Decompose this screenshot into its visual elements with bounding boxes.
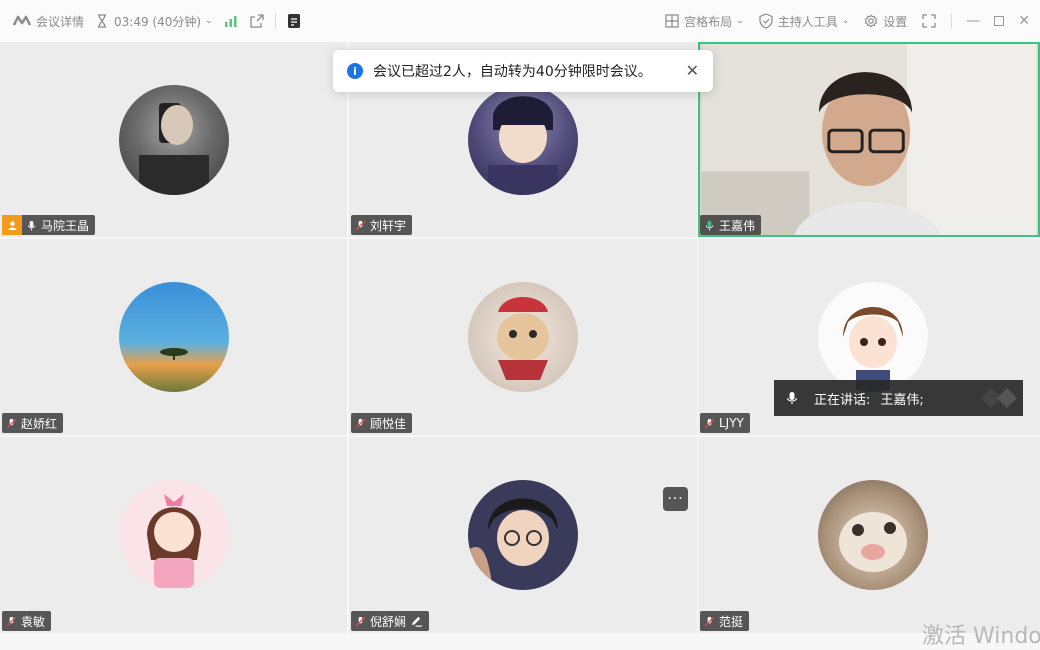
participant-name: 顾悦佳	[370, 416, 407, 431]
participant-grid: 马院王晶 刘轩宇 王嘉伟 赵娇红 顾悦佳 LJYY 袁敏 ··· 倪舒娴 范挺	[0, 42, 1040, 633]
host-tools-label: 主持人工具	[777, 14, 838, 29]
time-limit-notification: i 会议已超过2人，自动转为40分钟限时会议。 ✕	[333, 50, 713, 92]
more-dots-icon: ···	[667, 491, 684, 507]
avatar	[119, 480, 229, 590]
microphone-muted-icon	[704, 418, 715, 428]
participant-tile[interactable]: 顾悦佳	[349, 239, 697, 435]
avatar	[468, 282, 578, 392]
top-toolbar: 会议详情 03:49 (40分钟) ⌄ 宫格布局 ⌄ 主持人工具 ⌄ 设置 —	[0, 0, 1040, 42]
minimize-icon[interactable]: —	[966, 13, 980, 29]
toolbar-right: 宫格布局 ⌄ 主持人工具 ⌄ 设置 — ✕	[664, 0, 1030, 42]
name-tag: 顾悦佳	[351, 413, 413, 433]
avatar	[818, 480, 928, 590]
meeting-timer[interactable]: 03:49 (40分钟) ⌄	[94, 13, 213, 30]
speaking-indicator: 正在讲话: 王嘉伟;	[774, 380, 1023, 416]
chevron-down-icon: ⌄	[205, 16, 213, 26]
settings-button[interactable]: 设置	[863, 13, 907, 30]
participant-name: 王嘉伟	[719, 218, 756, 233]
chevron-down-icon: ⌄	[841, 16, 850, 26]
name-tag: 范挺	[700, 611, 750, 631]
participant-name: 范挺	[719, 614, 744, 629]
participant-tile[interactable]: 赵娇红	[0, 239, 347, 435]
toolbar-divider	[274, 13, 276, 29]
layout-button[interactable]: 宫格布局 ⌄	[664, 13, 744, 30]
fullscreen-icon[interactable]	[921, 13, 937, 29]
host-badge-icon	[2, 215, 22, 235]
hourglass-icon	[98, 14, 107, 28]
name-tag: 袁敏	[2, 611, 52, 631]
participant-tile[interactable]: ··· 倪舒娴	[349, 437, 697, 633]
microphone-muted-icon	[6, 616, 17, 626]
name-tag: 马院王晶	[2, 215, 96, 235]
close-icon[interactable]: ✕	[1018, 13, 1030, 29]
meeting-details-button[interactable]: 会议详情	[12, 13, 84, 30]
host-tools-button[interactable]: 主持人工具 ⌄	[758, 13, 850, 30]
notification-message: 会议已超过2人，自动转为40分钟限时会议。	[373, 64, 652, 80]
signal-strength-icon[interactable]	[223, 13, 239, 29]
avatar	[468, 85, 578, 195]
timer-text: 03:49 (40分钟)	[114, 14, 202, 29]
name-tag: 倪舒娴	[351, 611, 430, 631]
avatar	[818, 282, 928, 392]
microphone-icon	[786, 392, 798, 404]
participant-name: 倪舒娴	[370, 614, 407, 629]
participant-name: LJYY	[719, 416, 744, 430]
name-tag: 赵娇红	[2, 413, 64, 433]
settings-label: 设置	[883, 14, 908, 29]
speaking-label: 正在讲话:	[814, 392, 871, 408]
participant-name: 袁敏	[21, 614, 46, 629]
gear-icon	[864, 14, 878, 28]
avatar	[119, 282, 229, 392]
name-tag: 刘轩宇	[351, 215, 413, 235]
shield-icon	[759, 13, 773, 29]
layout-label: 宫格布局	[684, 14, 733, 29]
participant-video-tile[interactable]: 王嘉伟	[698, 42, 1040, 237]
participant-name: 马院王晶	[41, 218, 90, 233]
toolbar-left: 会议详情 03:49 (40分钟) ⌄	[12, 0, 302, 42]
microphone-active-icon	[705, 220, 714, 231]
tencent-meeting-logo-icon	[12, 15, 32, 26]
microphone-muted-icon	[6, 418, 17, 428]
decorative-wave-icon	[981, 388, 1017, 408]
participant-video-feed	[701, 44, 1037, 235]
avatar	[468, 480, 578, 590]
meeting-details-label: 会议详情	[36, 14, 85, 29]
participant-tile[interactable]: 范挺	[698, 437, 1040, 633]
info-icon: i	[347, 63, 363, 79]
microphone-muted-icon	[355, 418, 366, 428]
speaking-names: 王嘉伟;	[880, 392, 924, 408]
chevron-down-icon: ⌄	[736, 16, 744, 26]
microphone-muted-icon	[355, 220, 366, 230]
windows-activation-watermark: 激活 Windows	[922, 624, 1040, 649]
microphone-icon	[27, 220, 36, 231]
share-out-icon[interactable]	[249, 13, 265, 29]
participant-tile[interactable]: 马院王晶	[0, 42, 347, 237]
participant-tile[interactable]: 袁敏	[0, 437, 347, 633]
grid-layout-icon	[665, 14, 679, 28]
name-tag: 王嘉伟	[700, 215, 762, 235]
notes-document-icon[interactable]	[286, 13, 302, 29]
pen-annotate-icon	[411, 616, 423, 627]
avatar	[119, 85, 229, 195]
participant-name: 赵娇红	[21, 416, 58, 431]
name-tag: LJYY	[700, 413, 750, 433]
microphone-muted-icon	[355, 616, 366, 626]
participant-name: 刘轩宇	[370, 218, 407, 233]
maximize-icon[interactable]	[994, 16, 1005, 26]
toolbar-divider	[951, 13, 953, 29]
close-notification-icon[interactable]: ✕	[686, 61, 699, 80]
microphone-muted-icon	[704, 616, 715, 626]
more-options-button[interactable]: ···	[663, 487, 688, 511]
